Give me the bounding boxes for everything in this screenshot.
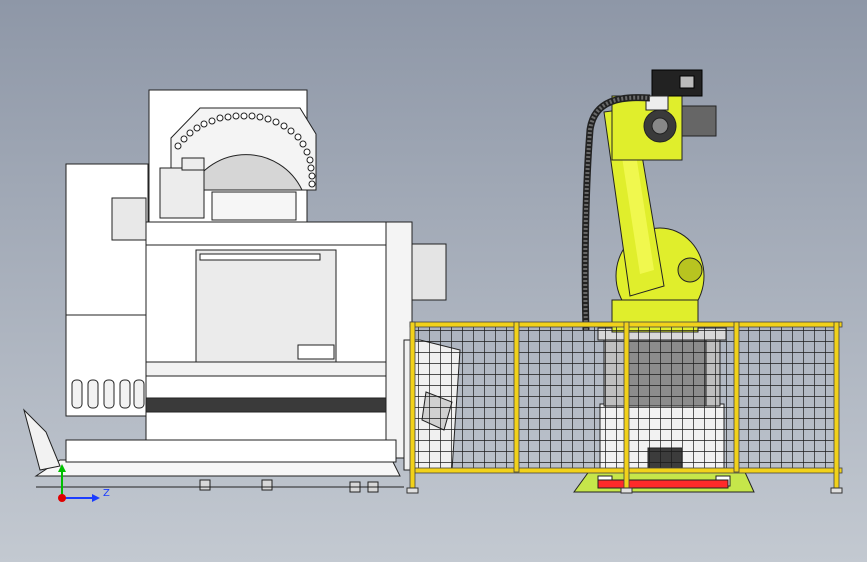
leveling-feet (199, 479, 379, 493)
cad-viewport[interactable]: Z (0, 0, 867, 562)
safety-fence[interactable] (406, 321, 843, 494)
magazine-motor (159, 167, 205, 219)
floor-rail (597, 479, 729, 489)
chip-conveyor-arm (23, 408, 61, 471)
z-axis-label: Z (103, 488, 110, 499)
wrist-motor (681, 105, 717, 137)
fence-feet (406, 487, 843, 494)
control-pendant (411, 243, 447, 301)
enclosure-stripe (145, 397, 411, 413)
cnc-machine[interactable] (23, 89, 461, 493)
origin-dot (58, 494, 66, 502)
assembly-scene (23, 69, 843, 502)
